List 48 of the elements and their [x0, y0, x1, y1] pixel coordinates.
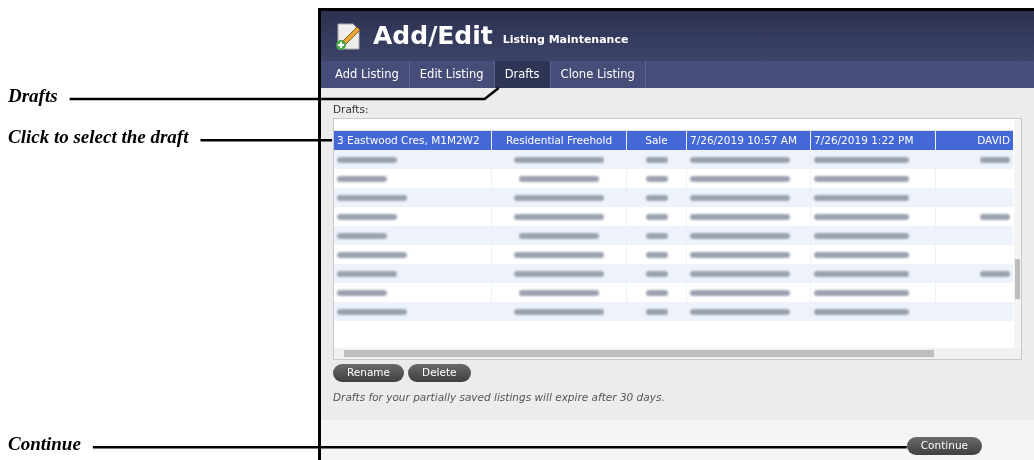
redacted-text: [645, 251, 668, 258]
redacted-text: [645, 194, 668, 201]
annotation-label: Drafts: [8, 86, 58, 105]
window-subtitle: Listing Maintenance: [502, 31, 629, 48]
document-pencil-icon: [335, 21, 363, 51]
redacted-text: [645, 308, 668, 315]
tab[interactable]: Edit Listing: [409, 61, 495, 88]
continue-button[interactable]: Continue: [906, 437, 982, 455]
redacted-text: [337, 251, 407, 258]
redacted-text: [337, 175, 387, 182]
vertical-scrollbar[interactable]: [1014, 118, 1021, 348]
table-cell: 7/26/2019 10:57 AM: [687, 130, 811, 150]
tab[interactable]: Drafts: [494, 61, 551, 88]
annotation-label: Click to select the draft: [8, 127, 189, 147]
tab[interactable]: Clone Listing: [550, 61, 646, 88]
table-row[interactable]: [334, 225, 1013, 245]
redacted-text: [337, 213, 397, 220]
redacted-text: [337, 289, 387, 296]
table-cell: 7/26/2019 1:22 PM: [811, 130, 936, 150]
tab[interactable]: Add Listing: [325, 61, 410, 88]
table-row[interactable]: [334, 301, 1013, 321]
redacted-text: [645, 156, 668, 163]
action-button[interactable]: Rename: [333, 363, 405, 382]
redacted-text: [980, 213, 1010, 220]
expiry-note: Drafts for your partially saved listings will expire after 30 days.: [333, 389, 666, 405]
annotation-label: Continue: [8, 434, 81, 454]
redacted-text: [645, 289, 668, 296]
table-cell: Sale: [627, 130, 687, 150]
redacted-text: [645, 232, 668, 239]
redacted-text: [337, 232, 387, 239]
redacted-text: [337, 194, 407, 201]
redacted-text: [645, 213, 668, 220]
table-row[interactable]: [334, 187, 1013, 207]
redacted-text: [337, 156, 397, 163]
table-row[interactable]: [334, 263, 1013, 283]
redacted-text: [337, 308, 407, 315]
redacted-text: [645, 270, 668, 277]
action-button[interactable]: Delete: [408, 363, 471, 382]
redacted-text: [645, 175, 668, 182]
table-cell-text: DAVID: [976, 132, 1011, 148]
horizontal-scrollbar[interactable]: [334, 347, 1021, 359]
table-cell: 3 Eastwood Cres, M1M2W2: [334, 130, 492, 150]
table-cell: Residential Freehold: [492, 130, 627, 150]
redacted-text: [337, 270, 397, 277]
redacted-text: [980, 156, 1010, 163]
drafts-label: Drafts:: [333, 102, 370, 117]
window-title: Add/Edit: [373, 20, 493, 53]
redacted-text: [980, 270, 1010, 277]
